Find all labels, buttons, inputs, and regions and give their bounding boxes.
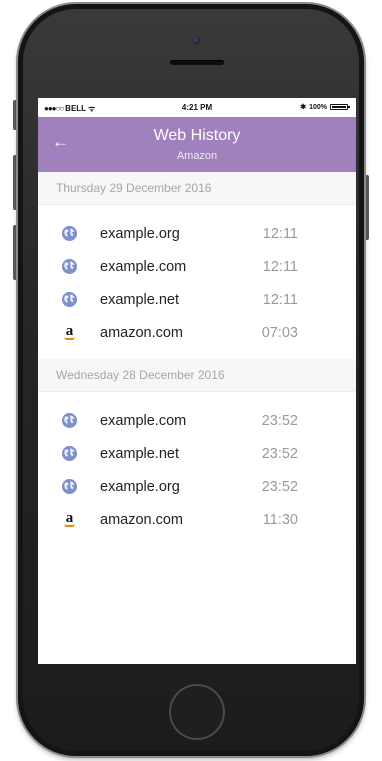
globe-icon [62, 292, 77, 307]
amazon-icon: a [62, 511, 77, 527]
bluetooth-icon: ✱ [300, 104, 307, 111]
page-subtitle: Amazon [176, 150, 218, 162]
entry-time: 07:03 [261, 324, 298, 341]
entry-domain: amazon.com [100, 324, 184, 341]
front-camera [193, 37, 200, 44]
globe-icon [62, 259, 77, 274]
section-date-header: Thursday 29 December 2016 [38, 172, 356, 205]
page-title: Web History [153, 127, 241, 144]
entry-time: 12:11 [262, 225, 298, 242]
entry-domain: example.net [100, 445, 179, 462]
status-bar: ●●●○○ BELL ᯤ 4:21 PM ✱ 100% [38, 98, 356, 117]
globe-icon [62, 446, 77, 461]
battery-level-fill [332, 106, 346, 108]
globe-icon [62, 479, 77, 494]
status-right: ✱ 100% [300, 103, 350, 111]
entry-time: 12:11 [262, 258, 298, 275]
entry-time: 11:30 [262, 511, 298, 528]
app-header: ← Web History Amazon [38, 117, 356, 172]
history-entry[interactable]: example.com 23:52 [38, 404, 356, 437]
history-section-wednesday: Wednesday 28 December 2016 example.com 2… [38, 359, 356, 546]
entry-time: 12:11 [262, 291, 298, 308]
history-entry[interactable]: example.net 12:11 [38, 283, 356, 316]
entry-domain: example.org [100, 478, 180, 495]
history-entry[interactable]: a amazon.com 07:03 [38, 316, 356, 349]
section-date-header: Wednesday 28 December 2016 [38, 359, 356, 392]
globe-icon [62, 413, 77, 428]
amazon-icon: a [62, 324, 77, 340]
history-entry[interactable]: example.org 12:11 [38, 217, 356, 250]
amazon-smile-icon [64, 337, 75, 340]
device-mockup: ●●●○○ BELL ᯤ 4:21 PM ✱ 100% ← Web Histor… [0, 0, 382, 761]
entry-time: 23:52 [261, 412, 298, 429]
history-list: example.org 12:11 example.com 12:11 exam… [38, 205, 356, 359]
history-section-thursday: Thursday 29 December 2016 example.org 12… [38, 172, 356, 359]
battery-percent: 100% [309, 103, 327, 111]
history-list: example.com 23:52 example.net 23:52 exam… [38, 392, 356, 546]
entry-domain: example.net [100, 291, 179, 308]
home-button[interactable] [169, 684, 225, 740]
history-entry[interactable]: example.org 23:52 [38, 470, 356, 503]
battery-icon [330, 104, 350, 110]
entry-time: 23:52 [261, 478, 298, 495]
history-entry[interactable]: example.com 12:11 [38, 250, 356, 283]
entry-domain: amazon.com [100, 511, 184, 528]
entry-domain: example.com [100, 412, 187, 429]
history-entry[interactable]: example.net 23:52 [38, 437, 356, 470]
entry-time: 23:52 [261, 445, 298, 462]
history-entry[interactable]: a amazon.com 11:30 [38, 503, 356, 536]
screen: ●●●○○ BELL ᯤ 4:21 PM ✱ 100% ← Web Histor… [38, 98, 356, 664]
globe-icon [62, 226, 77, 241]
amazon-smile-icon [64, 524, 75, 527]
entry-domain: example.com [100, 258, 187, 275]
earpiece-speaker [170, 60, 224, 65]
entry-domain: example.org [100, 225, 180, 242]
